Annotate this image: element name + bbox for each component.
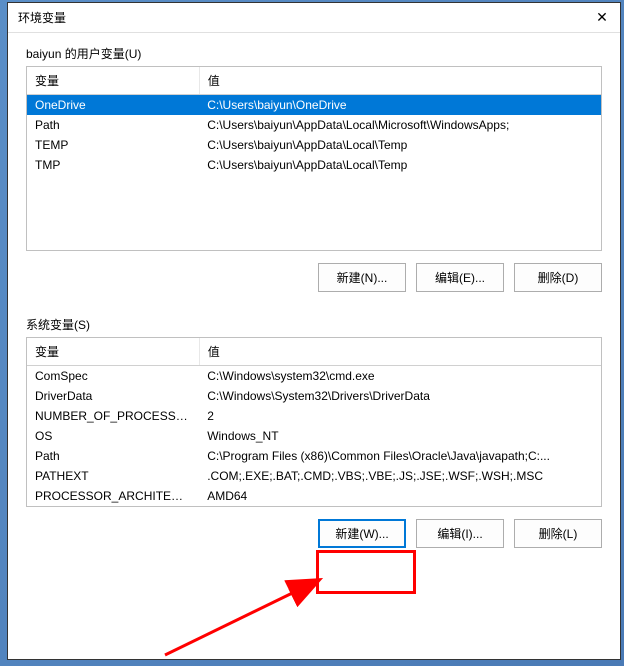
variable-cell: ComSpec: [27, 366, 199, 387]
table-row[interactable]: PATHEXT.COM;.EXE;.BAT;.CMD;.VBS;.VBE;.JS…: [27, 466, 601, 486]
sys-col-value[interactable]: 值: [199, 338, 601, 366]
table-row[interactable]: OneDriveC:\Users\baiyun\OneDrive: [27, 95, 601, 116]
system-section-label: 系统变量(S): [26, 316, 602, 333]
user-col-value[interactable]: 值: [199, 67, 601, 95]
user-variables-table[interactable]: 变量 值 OneDriveC:\Users\baiyun\OneDrivePat…: [26, 66, 602, 251]
variable-cell: Path: [27, 115, 199, 135]
variable-cell: OneDrive: [27, 95, 199, 116]
value-cell: .COM;.EXE;.BAT;.CMD;.VBS;.VBE;.JS;.JSE;.…: [199, 466, 601, 486]
table-row[interactable]: PathC:\Program Files (x86)\Common Files\…: [27, 446, 601, 466]
value-cell: C:\Program Files (x86)\Common Files\Orac…: [199, 446, 601, 466]
table-row[interactable]: PathC:\Users\baiyun\AppData\Local\Micros…: [27, 115, 601, 135]
user-section-label: baiyun 的用户变量(U): [26, 45, 602, 62]
environment-variables-dialog: 环境变量 ✕ baiyun 的用户变量(U) 变量 值 OneDriveC:\U…: [7, 2, 621, 660]
variable-cell: NUMBER_OF_PROCESSORS: [27, 406, 199, 426]
system-delete-button[interactable]: 删除(L): [514, 519, 602, 548]
value-cell: AMD64: [199, 486, 601, 506]
system-button-row: 新建(W)... 编辑(I)... 删除(L): [26, 519, 602, 548]
value-cell: C:\Users\baiyun\OneDrive: [199, 95, 601, 116]
variable-cell: TMP: [27, 155, 199, 175]
value-cell: 2: [199, 406, 601, 426]
table-row[interactable]: DriverDataC:\Windows\System32\Drivers\Dr…: [27, 386, 601, 406]
system-new-button[interactable]: 新建(W)...: [318, 519, 406, 548]
variable-cell: Path: [27, 446, 199, 466]
titlebar: 环境变量 ✕: [8, 3, 620, 33]
variable-cell: TEMP: [27, 135, 199, 155]
table-row[interactable]: OSWindows_NT: [27, 426, 601, 446]
system-variables-table[interactable]: 变量 值 ComSpecC:\Windows\system32\cmd.exeD…: [26, 337, 602, 507]
table-row[interactable]: PROCESSOR_ARCHITECT...AMD64: [27, 486, 601, 506]
value-cell: C:\Users\baiyun\AppData\Local\Microsoft\…: [199, 115, 601, 135]
table-row[interactable]: NUMBER_OF_PROCESSORS2: [27, 406, 601, 426]
user-col-variable[interactable]: 变量: [27, 67, 199, 95]
system-variables-section: 系统变量(S) 变量 值 ComSpecC:\Windows\system32\…: [26, 316, 602, 548]
system-edit-button[interactable]: 编辑(I)...: [416, 519, 504, 548]
dialog-content: baiyun 的用户变量(U) 变量 值 OneDriveC:\Users\ba…: [8, 33, 620, 580]
user-variables-section: baiyun 的用户变量(U) 变量 值 OneDriveC:\Users\ba…: [26, 45, 602, 292]
value-cell: C:\Windows\System32\Drivers\DriverData: [199, 386, 601, 406]
window-title: 环境变量: [18, 9, 66, 26]
value-cell: C:\Windows\system32\cmd.exe: [199, 366, 601, 387]
value-cell: Windows_NT: [199, 426, 601, 446]
table-row[interactable]: TEMPC:\Users\baiyun\AppData\Local\Temp: [27, 135, 601, 155]
user-edit-button[interactable]: 编辑(E)...: [416, 263, 504, 292]
user-button-row: 新建(N)... 编辑(E)... 删除(D): [26, 263, 602, 292]
variable-cell: PROCESSOR_ARCHITECT...: [27, 486, 199, 506]
variable-cell: OS: [27, 426, 199, 446]
sys-col-variable[interactable]: 变量: [27, 338, 199, 366]
variable-cell: DriverData: [27, 386, 199, 406]
close-icon[interactable]: ✕: [594, 10, 610, 26]
value-cell: C:\Users\baiyun\AppData\Local\Temp: [199, 135, 601, 155]
value-cell: C:\Users\baiyun\AppData\Local\Temp: [199, 155, 601, 175]
user-new-button[interactable]: 新建(N)...: [318, 263, 406, 292]
table-row[interactable]: TMPC:\Users\baiyun\AppData\Local\Temp: [27, 155, 601, 175]
variable-cell: PATHEXT: [27, 466, 199, 486]
user-delete-button[interactable]: 删除(D): [514, 263, 602, 292]
table-row[interactable]: ComSpecC:\Windows\system32\cmd.exe: [27, 366, 601, 387]
